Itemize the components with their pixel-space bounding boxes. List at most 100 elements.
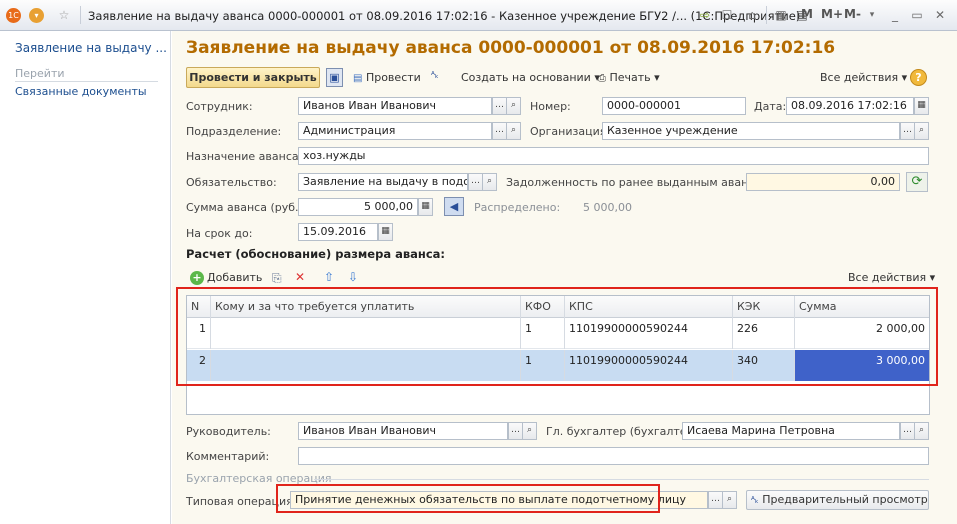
head-search-icon[interactable]: ⌕ [522, 422, 537, 440]
cell-who[interactable] [211, 318, 521, 349]
typical-op-field[interactable]: Принятие денежных обязательств по выплат… [290, 491, 708, 509]
accountant-field[interactable]: Исаева Марина Петровна [682, 422, 900, 440]
memory-plus-button[interactable]: M+ [821, 7, 843, 21]
obligation-label: Обязательство: [186, 176, 277, 189]
table-all-actions-button[interactable]: Все действия ▾ [848, 271, 935, 284]
organization-search-icon[interactable]: ⌕ [914, 122, 929, 140]
cell-kfo[interactable]: 1 [521, 350, 565, 381]
cell-n: 2 [187, 350, 211, 381]
col-kfo[interactable]: КФО [521, 296, 565, 318]
organization-field[interactable]: Казенное учреждение [602, 122, 900, 140]
create-based-button[interactable]: Создать на основании ▾ [461, 71, 600, 84]
all-actions-button[interactable]: Все действия ▾ [820, 71, 907, 84]
head-select-button[interactable]: … [508, 422, 523, 440]
save-icon[interactable]: ▣ [326, 68, 343, 87]
move-arrow-icon[interactable]: ⇨ [697, 7, 713, 23]
col-kek[interactable]: КЭК [733, 296, 795, 318]
cell-kfo[interactable]: 1 [521, 318, 565, 349]
window-titlebar: 1С ▾ ☆ Заявление на выдачу аванса 0000-0… [0, 0, 957, 31]
term-label: На срок до: [186, 227, 253, 240]
date-calendar-icon[interactable]: ▦ [914, 97, 929, 115]
employee-select-button[interactable]: … [492, 97, 507, 115]
cell-sum[interactable]: 2 000,00 [795, 318, 929, 349]
term-calendar-icon[interactable]: ▦ [378, 223, 393, 241]
cell-kek[interactable]: 340 [733, 350, 795, 381]
printer-icon: ⎙ [598, 73, 606, 84]
table-row-selected[interactable]: 2 1 11019900000590244 340 3 000,00 [187, 350, 929, 381]
preview-button[interactable]: ᴬₖ Предварительный просмотр [746, 490, 929, 510]
comment-label: Комментарий: [186, 450, 270, 463]
close-icon[interactable]: ✕ [932, 7, 948, 23]
amount-label: Сумма аванса (руб.): [186, 201, 307, 214]
employee-field[interactable]: Иванов Иван Иванович [298, 97, 492, 115]
distributed-label: Распределено: [474, 201, 561, 214]
col-sum[interactable]: Сумма [795, 296, 929, 318]
typical-op-search-icon[interactable]: ⌕ [722, 491, 737, 509]
operation-section-title: Бухгалтерская операция [186, 472, 332, 485]
date-field[interactable]: 08.09.2016 17:02:16 [786, 97, 914, 115]
add-row-button[interactable]: Добавить [207, 271, 262, 284]
minimize-icon[interactable]: _ [887, 7, 903, 23]
purpose-label: Назначение аванса: [186, 150, 303, 163]
sidebar-link-related-docs[interactable]: Связанные документы [15, 85, 147, 98]
col-n[interactable]: N [187, 296, 211, 318]
organization-label: Организация: [530, 125, 611, 138]
accountant-search-icon[interactable]: ⌕ [914, 422, 929, 440]
typical-op-select-button[interactable]: … [708, 491, 723, 509]
employee-label: Сотрудник: [186, 100, 253, 113]
post-and-close-button[interactable]: Провести и закрыть [186, 67, 320, 88]
department-label: Подразделение: [186, 125, 282, 138]
amount-calculator-icon[interactable]: ▦ [418, 198, 433, 216]
obligation-select-button[interactable]: … [468, 173, 483, 191]
cell-n: 1 [187, 318, 211, 349]
obligation-field[interactable]: Заявление на выдачу в подотчет [298, 173, 468, 191]
department-select-button[interactable]: … [492, 122, 507, 140]
col-kps[interactable]: КПС [565, 296, 733, 318]
table-row[interactable]: 1 1 11019900000590244 226 2 000,00 [187, 318, 929, 349]
help-icon[interactable]: ? [910, 69, 927, 86]
fill-amount-arrow-icon[interactable]: ◀ [444, 197, 464, 216]
calculator-icon[interactable]: ▦ [773, 7, 789, 23]
debt-field[interactable]: 0,00 [746, 173, 900, 191]
refresh-icon[interactable]: ⟳ [906, 172, 928, 192]
favorite-star-icon[interactable]: ☆ [56, 7, 72, 23]
col-who[interactable]: Кому и за что требуется уплатить [211, 296, 521, 318]
delete-row-icon[interactable]: ✕ [295, 270, 305, 284]
sidebar: Заявление на выдачу ... Перейти Связанны… [0, 31, 171, 524]
cell-sum-active[interactable]: 3 000,00 [795, 350, 929, 381]
cell-kps[interactable]: 11019900000590244 [565, 318, 733, 349]
purpose-field[interactable]: хоз.нужды [298, 147, 929, 165]
chevron-down-icon[interactable]: ▾ [864, 7, 880, 23]
cell-kps[interactable]: 11019900000590244 [565, 350, 733, 381]
department-search-icon[interactable]: ⌕ [506, 122, 521, 140]
move-up-icon[interactable]: ⇧ [324, 270, 334, 284]
post-icon: ▤ [353, 73, 363, 84]
obligation-search-icon[interactable]: ⌕ [482, 173, 497, 191]
sidebar-title[interactable]: Заявление на выдачу ... [15, 41, 167, 55]
number-field[interactable]: 0000-000001 [602, 97, 746, 115]
department-field[interactable]: Администрация [298, 122, 492, 140]
cell-who[interactable] [211, 350, 521, 381]
organization-select-button[interactable]: … [900, 122, 915, 140]
head-field[interactable]: Иванов Иван Иванович [298, 422, 508, 440]
cell-kek[interactable]: 226 [733, 318, 795, 349]
accountant-select-button[interactable]: … [900, 422, 915, 440]
memory-m-button[interactable]: M [801, 7, 813, 21]
menu-icon[interactable]: ▾ [29, 8, 44, 23]
movements-icon[interactable]: ᴬₖ [431, 71, 439, 81]
app-logo-icon: 1С [6, 8, 21, 23]
restore-icon[interactable]: ▭ [909, 7, 925, 23]
copy-row-icon[interactable]: ⎘ [272, 271, 282, 286]
move-down-icon[interactable]: ⇩ [348, 270, 358, 284]
comment-field[interactable] [298, 447, 929, 465]
add-icon[interactable]: + [190, 271, 204, 285]
link-icon[interactable]: ⌂ [744, 7, 760, 23]
calc-table-header: N Кому и за что требуется уплатить КФО К… [187, 296, 929, 318]
bookmark-icon[interactable]: ☐ [719, 7, 735, 23]
employee-search-icon[interactable]: ⌕ [506, 97, 521, 115]
amount-field[interactable]: 5 000,00 [298, 198, 418, 216]
term-field[interactable]: 15.09.2016 [298, 223, 378, 241]
memory-minus-button[interactable]: M- [844, 7, 861, 21]
print-button[interactable]: ⎙ Печать ▾ [598, 71, 660, 84]
post-button[interactable]: ▤ Провести [353, 71, 421, 84]
